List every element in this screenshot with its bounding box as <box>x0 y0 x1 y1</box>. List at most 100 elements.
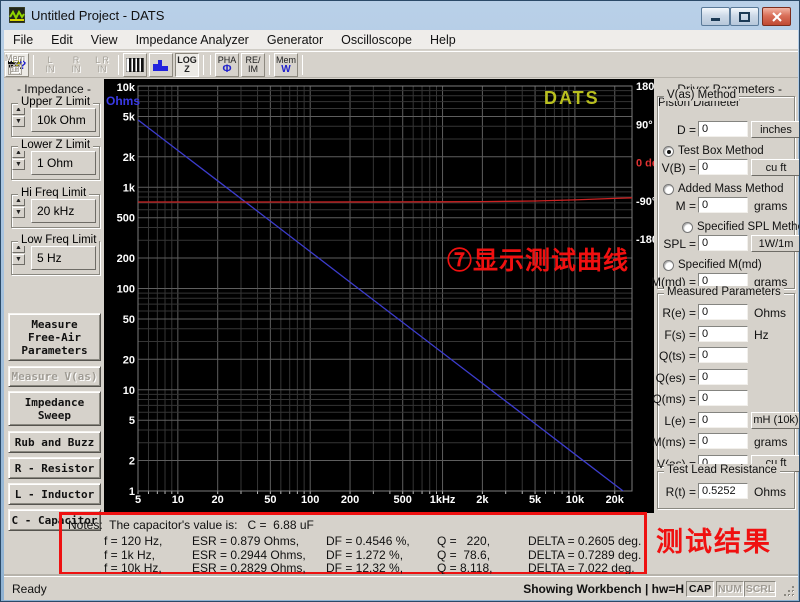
group-box: V(as) MethodPiston DiameterD =0inchesTes… <box>657 96 795 289</box>
toolbar-separator <box>118 55 119 75</box>
radio-specified-spl-method[interactable] <box>682 222 693 233</box>
real-imaginary-button[interactable]: RE/IM <box>241 53 265 77</box>
svg-text:10: 10 <box>172 494 184 506</box>
field-input[interactable]: 0 <box>698 304 748 320</box>
radio-label: Added Mass Method <box>678 183 783 195</box>
impedance-sweep-button[interactable]: Impedance Sweep <box>8 391 101 426</box>
memory-label: Mem <box>5 54 25 63</box>
notes-esr: ESR = 0.2829 Ohms, <box>192 561 306 575</box>
phase-button[interactable]: PHAΦ <box>215 53 239 77</box>
spin-down-button[interactable]: ▼ <box>12 254 25 265</box>
notes-delta: DELTA = 0.2605 deg. <box>528 534 641 548</box>
limit-value: 20 kHz <box>31 199 96 223</box>
r-resistor-button[interactable]: R - Resistor <box>8 457 101 479</box>
right-input-button[interactable]: RIN <box>64 53 88 77</box>
toolbar-separator <box>203 55 204 75</box>
toolbar-separator <box>33 55 34 75</box>
piano-tones-button[interactable] <box>123 53 147 77</box>
svg-text:2k: 2k <box>123 152 136 164</box>
field-label: Q(ts) = <box>644 349 696 363</box>
left-input-button[interactable]: LIN <box>38 53 62 77</box>
unit-button[interactable]: inches <box>751 121 800 138</box>
unit-button[interactable]: 1W/1m <box>751 235 800 252</box>
spin-down-button[interactable]: ▼ <box>12 159 25 170</box>
rub-and-buzz-button[interactable]: Rub and Buzz <box>8 431 101 453</box>
menu-item-edit[interactable]: Edit <box>42 31 82 49</box>
notes-df: DF = 12.32 %, <box>326 561 403 575</box>
memory-w-button-label: W <box>281 65 290 74</box>
svg-text:5k: 5k <box>529 494 542 506</box>
spin-down-button[interactable]: ▼ <box>12 207 25 218</box>
memory-w-button[interactable]: MemW <box>274 53 298 77</box>
notes-delta: DELTA = 0.7289 deg. <box>528 548 641 562</box>
radio-test-box-method[interactable] <box>663 146 674 157</box>
unit-button[interactable]: mH (10k) <box>751 412 800 429</box>
field-input[interactable]: 0 <box>698 390 748 406</box>
limit-value: 5 Hz <box>31 246 96 270</box>
notes-esr: ESR = 0.879 Ohms, <box>192 534 299 548</box>
resize-grip[interactable] <box>783 585 796 598</box>
unit-label: Hz <box>754 328 769 342</box>
toolbar-separator <box>302 55 303 75</box>
svg-text:100: 100 <box>301 494 319 506</box>
spin-down-button[interactable]: ▼ <box>12 116 25 127</box>
field-input[interactable]: 0 <box>698 121 748 137</box>
unit-button[interactable]: cu ft <box>751 159 800 176</box>
measure-free-air-parameters-button[interactable]: Measure Free-Air Parameters <box>8 313 101 361</box>
svg-text:5: 5 <box>135 494 141 506</box>
svg-text:500: 500 <box>117 213 135 225</box>
field-input[interactable]: 0 <box>698 433 748 449</box>
status-bar: Ready Showing Workbench | hw=H CAPNUMSCR… <box>4 576 798 600</box>
field-input[interactable]: 0 <box>698 235 748 251</box>
log-scale-button-label: Z <box>184 65 190 74</box>
field-label: D = <box>644 123 696 137</box>
menu-item-oscilloscope[interactable]: Oscilloscope <box>332 31 421 49</box>
field-input[interactable]: 0 <box>698 369 748 385</box>
notes-box: Notes: The capacitor's value is: C = 6.8… <box>59 512 647 575</box>
status-indicator-num: NUM <box>716 581 744 597</box>
minimize-button[interactable] <box>701 7 730 26</box>
svg-text:50: 50 <box>123 314 135 326</box>
menu-item-help[interactable]: Help <box>421 31 465 49</box>
field-input[interactable]: 0 <box>698 347 748 363</box>
stereo-input-button[interactable]: L RIN <box>90 53 114 77</box>
right-input-button-label: IN <box>72 65 81 74</box>
limit-group-4: Low Freq Limit▲▼5 Hz <box>11 241 100 275</box>
app-icon <box>9 7 25 23</box>
notes-esr: ESR = 0.2944 Ohms, <box>192 548 306 562</box>
limit-group-title: Upper Z Limit <box>18 96 93 108</box>
field-input[interactable]: 0.5252 <box>698 483 748 499</box>
field-input[interactable]: 0 <box>698 197 748 213</box>
notes-df: DF = 0.4546 %, <box>326 534 410 548</box>
svg-text:20: 20 <box>212 494 224 506</box>
field-label: Q(es) = <box>644 371 696 385</box>
limit-group-3: Hi Freq Limit▲▼20 kHz <box>11 194 100 228</box>
limit-value: 1 Ohm <box>31 151 96 175</box>
menu-item-view[interactable]: View <box>82 31 127 49</box>
field-input[interactable]: 0 <box>698 412 748 428</box>
phase-button-label: Φ <box>222 65 231 74</box>
driver-parameters-panel: - Driver Parameters - V(as) MethodPiston… <box>654 79 798 513</box>
menu-item-impedance-analyzer[interactable]: Impedance Analyzer <box>127 31 258 49</box>
title-bar[interactable]: Untitled Project - DATS <box>1 1 799 30</box>
status-ready: Ready <box>12 582 47 596</box>
stereo-input-button-label: IN <box>98 65 107 74</box>
log-scale-button[interactable]: LOGZ <box>175 53 199 77</box>
field-input[interactable]: 0 <box>698 159 748 175</box>
blue-bars-icon <box>152 58 170 72</box>
spectrum-button[interactable] <box>149 53 173 77</box>
field-input[interactable]: 0 <box>698 326 748 342</box>
radio-added-mass-method[interactable] <box>663 184 674 195</box>
real-imaginary-button-label: IM <box>248 65 258 74</box>
maximize-button[interactable] <box>730 7 759 26</box>
status-workbench: Showing Workbench | hw=H <box>523 582 684 596</box>
status-indicator-scrl: SCRL <box>744 581 776 597</box>
menu-item-file[interactable]: File <box>4 31 42 49</box>
menu-item-generator[interactable]: Generator <box>258 31 332 49</box>
radio-specified-m-md-[interactable] <box>663 260 674 271</box>
group-box: Test Lead ResistanceR(t) =0.5252Ohms <box>657 471 795 509</box>
close-button[interactable] <box>762 7 791 26</box>
radio-label: Test Box Method <box>678 145 764 157</box>
svg-text:200: 200 <box>117 253 135 265</box>
l-inductor-button[interactable]: L - Inductor <box>8 483 101 505</box>
